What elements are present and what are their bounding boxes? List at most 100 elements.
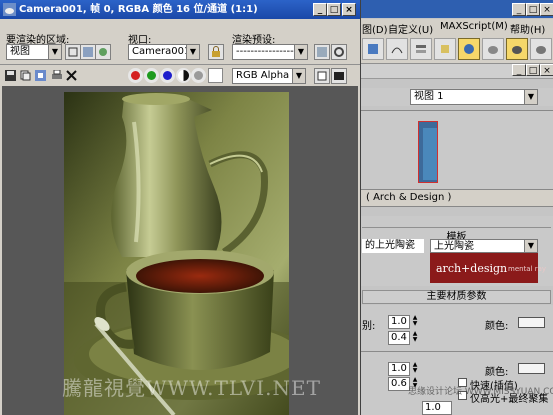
divider	[0, 64, 360, 65]
align-icon	[441, 45, 449, 53]
lock-icon	[212, 46, 220, 57]
print-icon[interactable]	[51, 70, 63, 81]
template-dropdown-value: 上光陶瓷	[434, 241, 474, 252]
render-window-title-bar: Camera001, 帧 0, RGBA 颜色 16 位/通道 (1:1) _ …	[0, 0, 360, 19]
maximize-button[interactable]: □	[327, 3, 341, 16]
toolbar-button[interactable]	[362, 38, 384, 60]
menu-item-customize[interactable]: 自定义(U)	[388, 21, 433, 36]
layer-icon	[416, 45, 426, 53]
menu-item-help[interactable]: 帮助(H)	[510, 21, 545, 36]
close-button[interactable]: ×	[540, 3, 553, 16]
copy-icon[interactable]	[20, 70, 31, 81]
sample-slot-fill	[423, 128, 437, 180]
teapot-icon	[488, 46, 498, 54]
banner-sub: mental ray	[508, 265, 547, 273]
main-params-rollout: 别: 1.0 ▲ ▼ 0.4 ▲ ▼ 颜色: 1.0 ▲ ▼ 颜色: 0.6 ▲ ▼ 快…	[360, 305, 553, 415]
chevron-down-icon: ▼	[186, 45, 199, 59]
max-menu-bar: 图(D) 自定义(U) MAXScript(M) 帮助(H)	[360, 19, 553, 36]
toggle-ui-button[interactable]	[331, 68, 347, 84]
maximize-button[interactable]: □	[526, 64, 540, 76]
bottom-value-field[interactable]: 1.0	[422, 401, 452, 415]
chevron-down-icon: ▼	[48, 45, 61, 59]
background-color-swatch[interactable]	[208, 68, 223, 83]
render-frame-toolbar: RGB Alpha ▼	[0, 67, 360, 85]
environment-button[interactable]	[331, 44, 347, 60]
save-icon[interactable]	[5, 70, 16, 81]
gear-icon	[334, 47, 344, 57]
view-dropdown-value: 视图 1	[414, 91, 444, 102]
minimize-button[interactable]: _	[512, 3, 526, 16]
reflectivity-field[interactable]: 1.0	[388, 362, 410, 376]
template-list[interactable]: 的上光陶瓷	[362, 239, 424, 253]
green-channel-toggle[interactable]	[144, 68, 159, 83]
preset-dropdown[interactable]: ------------------- ▼	[232, 44, 308, 60]
divider	[360, 351, 553, 352]
edit-region-button[interactable]	[65, 44, 81, 60]
clone-icon[interactable]	[35, 70, 46, 81]
alpha-channel-toggle[interactable]	[176, 68, 191, 83]
chevron-down-icon: ▼	[524, 240, 537, 252]
arch-design-banner: arch+design mental ray	[430, 253, 546, 283]
toolbar-button[interactable]	[386, 38, 408, 60]
auto-region-button[interactable]	[80, 44, 96, 60]
banner-brand: arch+design	[436, 262, 508, 275]
material-editor-titlebar: _ □ ×	[360, 64, 553, 79]
render-frame-button[interactable]	[506, 38, 528, 60]
close-button[interactable]: ×	[342, 3, 356, 16]
material-type-row: ( Arch & Design )	[360, 190, 553, 207]
reflectivity-value: 1.0	[391, 363, 407, 374]
view-dropdown[interactable]: 视图 1 ▼	[410, 89, 538, 105]
minimize-button[interactable]: _	[313, 3, 327, 16]
channel-dropdown[interactable]: RGB Alpha ▼	[232, 68, 306, 84]
render-setup-button[interactable]	[482, 38, 504, 60]
curve-editor-icon	[391, 47, 403, 54]
channel-display-icon	[317, 71, 327, 81]
minimize-button[interactable]: _	[512, 64, 526, 76]
spinner-arrows-icon[interactable]: ▲ ▼	[411, 362, 419, 376]
template-list-item: 的上光陶瓷	[365, 240, 415, 251]
max-title-bar: _ □ ×	[360, 0, 553, 18]
area-dropdown[interactable]: 视图 ▼	[6, 44, 62, 60]
display-channel-button[interactable]	[314, 68, 330, 84]
menu-item-maxscript[interactable]: MAXScript(M)	[440, 21, 508, 32]
teapot-icon	[512, 46, 522, 54]
viewport-dropdown[interactable]: Camera001 ▼	[128, 44, 200, 60]
material-type-button[interactable]: ( Arch & Design )	[366, 192, 451, 203]
menu-item-graph[interactable]: 图(D)	[362, 21, 388, 36]
bottom-value: 1.0	[425, 402, 441, 413]
lock-viewport-button[interactable]	[208, 44, 224, 60]
close-button[interactable]: ×	[540, 64, 553, 76]
diffuse-level-field[interactable]: 1.0	[388, 315, 410, 329]
roughness-value: 0.4	[391, 332, 407, 343]
toolbar-button[interactable]	[434, 38, 456, 60]
diffuse-level-label: 别:	[362, 321, 376, 332]
diffuse-color-swatch[interactable]	[518, 317, 545, 328]
render-setup-button[interactable]	[314, 44, 330, 60]
reflection-color-swatch[interactable]	[518, 363, 545, 374]
max-main-toolbar	[360, 35, 553, 64]
spinner-arrows-icon[interactable]: ▲ ▼	[411, 315, 419, 329]
diffuse-color-label: 颜色:	[485, 321, 509, 332]
quick-render-button[interactable]	[530, 38, 552, 60]
maximize-button[interactable]: □	[526, 3, 540, 16]
main-params-header-label: 主要材质参数	[426, 291, 487, 302]
viewport-dropdown-value: Camera001	[132, 46, 191, 57]
monochrome-toggle[interactable]	[191, 68, 206, 83]
chevron-down-icon: ▼	[294, 45, 307, 59]
rendered-frame-window: Camera001, 帧 0, RGBA 颜色 16 位/通道 (1:1) _ …	[0, 0, 360, 415]
main-params-rollout-header[interactable]: 主要材质参数	[362, 290, 551, 304]
template-dropdown[interactable]: 上光陶瓷 ▼	[430, 239, 538, 253]
chevron-down-icon: ▼	[524, 90, 537, 104]
blue-channel-toggle[interactable]	[160, 68, 175, 83]
toolbar-button[interactable]	[410, 38, 432, 60]
material-editor-button[interactable]	[458, 38, 480, 60]
red-channel-toggle[interactable]	[128, 68, 143, 83]
roughness-field[interactable]: 0.4	[388, 331, 410, 345]
clear-icon[interactable]	[66, 70, 77, 81]
spinner-arrows-icon[interactable]: ▲ ▼	[411, 331, 419, 345]
render-controls: 要渲染的区域: 视图 ▼ 视口: Camera001 ▼ 渲染预设: -----…	[0, 19, 360, 69]
glossiness-field[interactable]: 0.6	[388, 377, 410, 391]
edit-region-icon	[68, 47, 78, 57]
lock-region-button[interactable]	[95, 44, 111, 60]
auto-region-icon	[83, 47, 93, 57]
